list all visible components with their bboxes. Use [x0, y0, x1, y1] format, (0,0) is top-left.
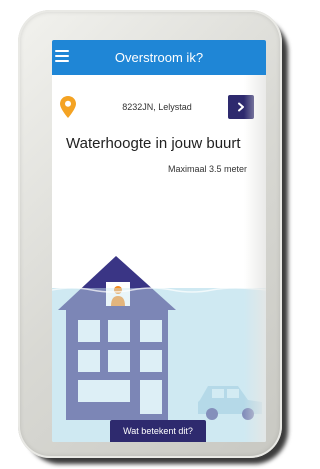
app-screen: Overstroom ik? 8232JN, Lelystad Waterhoo… — [52, 40, 266, 442]
location-bar: 8232JN, Lelystad — [52, 94, 266, 124]
page-headline: Waterhoogte in jouw buurt — [66, 135, 241, 152]
info-button[interactable]: Wat betekent dit? — [110, 420, 206, 442]
search-go-button[interactable] — [228, 95, 254, 119]
app-header: Overstroom ik? — [52, 40, 266, 75]
app-title: Overstroom ik? — [114, 50, 204, 65]
app-screenshot: Overstroom ik? 8232JN, Lelystad Waterhoo… — [0, 0, 293, 469]
flood-illustration — [52, 256, 266, 442]
maximum-water-label: Maximaal 3.5 meter — [168, 164, 248, 174]
chevron-right-icon — [238, 102, 244, 112]
flood-water-overlay — [52, 288, 266, 442]
